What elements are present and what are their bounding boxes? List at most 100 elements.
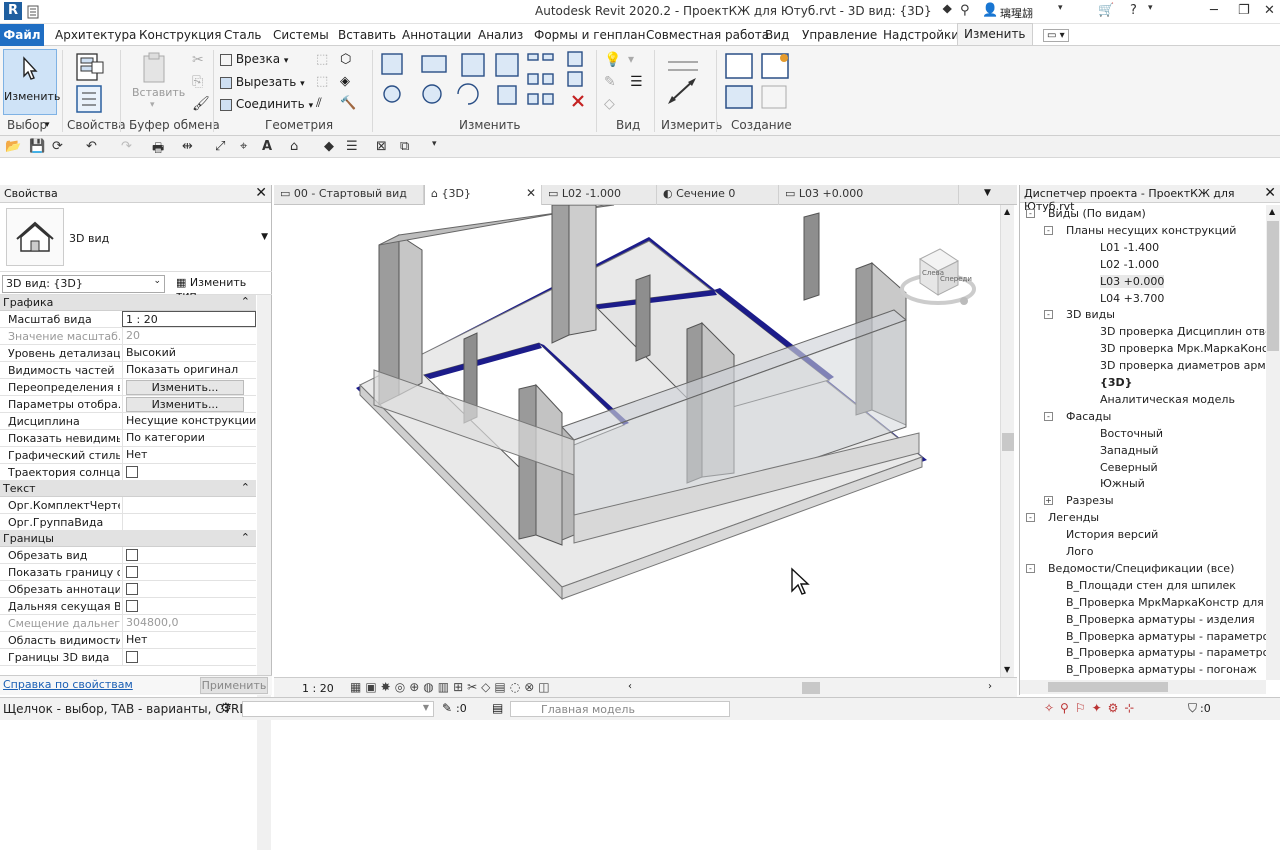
browser-node[interactable]: Легенды bbox=[1048, 511, 1099, 524]
browser-node[interactable]: 3D проверка Дисциплин отверстий bbox=[1100, 325, 1280, 338]
tag-icon[interactable]: ⌖ bbox=[240, 139, 247, 154]
binoculars-icon[interactable]: ⚲ bbox=[960, 3, 970, 18]
property-value[interactable]: Изменить... bbox=[122, 379, 256, 395]
measure-icons[interactable] bbox=[664, 52, 708, 114]
3d-view-icon[interactable]: ⌂ bbox=[290, 139, 298, 154]
paint-icon[interactable]: ◈ bbox=[340, 74, 350, 89]
maximize-icon[interactable]: ❐ bbox=[1238, 3, 1250, 18]
browser-node[interactable]: В_Проверка арматуры - параметров IF bbox=[1066, 630, 1280, 643]
browser-node[interactable]: {3D} bbox=[1100, 376, 1132, 389]
scroll-up-icon[interactable]: ▲ bbox=[1269, 207, 1275, 216]
browser-node[interactable]: В_Площади стен для шпилек bbox=[1066, 579, 1236, 592]
edit-button[interactable]: Изменить... bbox=[126, 397, 244, 412]
tab-list-dropdown-icon[interactable]: ▼ bbox=[984, 188, 991, 198]
eraser-icon[interactable]: ◇ bbox=[604, 96, 615, 112]
tab-collaborate[interactable]: Совместная работа bbox=[646, 28, 769, 42]
view-control-icons[interactable]: ▦▣✸◎⊕◍▥⊞✂◇▤◌⊗◫ bbox=[350, 680, 554, 694]
property-row[interactable]: Обрезать вид bbox=[0, 547, 256, 564]
save-icon[interactable]: 💾 bbox=[29, 139, 45, 154]
property-value[interactable] bbox=[122, 564, 256, 580]
user-dropdown-icon[interactable]: ▾ bbox=[1058, 3, 1063, 13]
property-row[interactable]: Границы 3D вида bbox=[0, 649, 256, 666]
tab-insert[interactable]: Вставить bbox=[338, 28, 396, 42]
filter-icon[interactable]: ⛉ bbox=[1188, 701, 1197, 716]
browser-node[interactable]: Ведомости/Спецификации (все) bbox=[1048, 562, 1234, 575]
tab-modify[interactable]: Изменить bbox=[957, 23, 1033, 45]
tab-structure[interactable]: Конструкция bbox=[139, 28, 221, 42]
cut-icon[interactable]: ✂ bbox=[192, 52, 204, 68]
checkbox[interactable] bbox=[126, 549, 138, 561]
wall-joins-icon[interactable]: ⬚ bbox=[316, 52, 328, 67]
property-group-header[interactable]: Графика ⌃ bbox=[0, 295, 256, 311]
browser-node[interactable]: L02 -1.000 bbox=[1100, 258, 1159, 271]
select-dropdown-icon[interactable]: ▾ bbox=[45, 120, 50, 130]
match-properties-icon[interactable]: 🖌 bbox=[192, 96, 210, 112]
text-icon[interactable]: A bbox=[262, 139, 272, 154]
checkbox[interactable] bbox=[126, 651, 138, 663]
property-row[interactable]: Орг.КомплектЧерте... bbox=[0, 497, 256, 514]
instance-filter-dropdown[interactable]: 3D вид: {3D} ⌄ bbox=[2, 275, 165, 293]
checkbox[interactable] bbox=[126, 600, 138, 612]
property-row[interactable]: Смещение дальнег... 304800,0 bbox=[0, 615, 256, 632]
remove-paint-icon[interactable]: 🔨 bbox=[340, 96, 356, 111]
modify-tools-icons[interactable] bbox=[378, 50, 594, 116]
property-row[interactable]: Показать невидимы...По категории bbox=[0, 430, 256, 447]
property-value[interactable] bbox=[122, 581, 256, 597]
switch-windows-icon[interactable]: ⧉ bbox=[400, 139, 409, 154]
collapse-icon[interactable]: - bbox=[1026, 563, 1035, 573]
hscroll-right-icon[interactable]: › bbox=[988, 681, 992, 692]
design-options-icon[interactable]: ▤ bbox=[492, 701, 503, 715]
property-row[interactable]: Значение масштаб... 20 bbox=[0, 328, 256, 345]
property-value[interactable] bbox=[122, 598, 256, 614]
tab-annotate[interactable]: Аннотации bbox=[402, 28, 471, 42]
cart-icon[interactable]: 🛒 bbox=[1098, 3, 1114, 18]
user-name[interactable]: 璃瑆翃 bbox=[1000, 5, 1033, 21]
property-row[interactable]: Параметры отобра... Изменить... bbox=[0, 396, 256, 413]
file-menu-button[interactable]: Файл bbox=[0, 24, 44, 46]
close-hidden-icon[interactable]: ⊠ bbox=[376, 139, 387, 154]
pin-icon[interactable]: ⯁ bbox=[942, 3, 952, 18]
workset-dropdown[interactable]: ▼ bbox=[242, 701, 434, 717]
close-browser-icon[interactable]: ✕ bbox=[1264, 185, 1276, 201]
collapse-group-icon[interactable]: ⌃ bbox=[241, 481, 250, 494]
paste-icon[interactable] bbox=[140, 52, 168, 84]
aligned-dimension-icon[interactable]: ⤢ bbox=[215, 139, 225, 154]
type-selector[interactable]: 3D вид ▼ bbox=[0, 204, 272, 272]
collapse-group-icon[interactable]: ⌃ bbox=[241, 295, 250, 308]
scroll-thumb[interactable] bbox=[1002, 433, 1014, 451]
browser-node[interactable]: Западный bbox=[1100, 444, 1158, 457]
property-value[interactable]: Нет bbox=[122, 447, 256, 463]
browser-node[interactable]: Фасады bbox=[1066, 410, 1111, 423]
browser-node[interactable]: Восточный bbox=[1100, 427, 1163, 440]
property-row[interactable]: Масштаб вида 1 : 20 bbox=[0, 311, 256, 328]
lightbulb-icon[interactable]: 💡 bbox=[604, 52, 621, 68]
property-row[interactable]: Графический стиль ...Нет bbox=[0, 447, 256, 464]
property-row[interactable]: Переопределения в... Изменить... bbox=[0, 379, 256, 396]
design-option-dropdown[interactable]: Главная модель bbox=[510, 701, 730, 717]
browser-node[interactable]: История версий bbox=[1066, 528, 1158, 541]
collapse-icon[interactable]: - bbox=[1044, 411, 1053, 421]
tab-architecture[interactable]: Архитектура bbox=[55, 28, 136, 42]
edit-type-button[interactable]: ▦ Изменить тип bbox=[172, 274, 272, 302]
property-row[interactable]: Видимость частей Показать оригинал bbox=[0, 362, 256, 379]
browser-node[interactable]: Аналитическая модель bbox=[1100, 393, 1235, 406]
collapse-icon[interactable]: - bbox=[1026, 513, 1035, 523]
property-row[interactable]: Область видимости Нет bbox=[0, 632, 256, 649]
document-icon[interactable] bbox=[26, 5, 40, 19]
measure-qat-icon[interactable]: ⇹ bbox=[182, 139, 193, 154]
hscroll-left-icon[interactable]: ‹ bbox=[628, 681, 632, 692]
cope-button[interactable]: Врезка ▾ bbox=[220, 52, 288, 66]
property-row[interactable]: Дисциплина Несущие конструкции bbox=[0, 413, 256, 430]
editing-requests-icon[interactable]: ✎ bbox=[442, 701, 452, 715]
property-value[interactable]: Изменить... bbox=[122, 396, 256, 412]
viewcube[interactable]: Слева Спереди bbox=[898, 237, 978, 315]
scroll-thumb[interactable] bbox=[1267, 221, 1279, 351]
selection-toggle-icons[interactable]: ✧⚲⚐✦⚙⊹ bbox=[1044, 701, 1140, 715]
browser-node[interactable]: Планы несущих конструкций bbox=[1066, 224, 1236, 237]
paste-label[interactable]: Вставить bbox=[132, 86, 185, 99]
override-graphics-icon[interactable]: ▾ bbox=[628, 52, 634, 66]
minimize-icon[interactable]: ─ bbox=[1210, 3, 1218, 18]
open-icon[interactable]: 📂 bbox=[5, 139, 21, 154]
redo-icon[interactable]: ↷ bbox=[121, 139, 132, 154]
tab-view[interactable]: Вид bbox=[765, 28, 789, 42]
